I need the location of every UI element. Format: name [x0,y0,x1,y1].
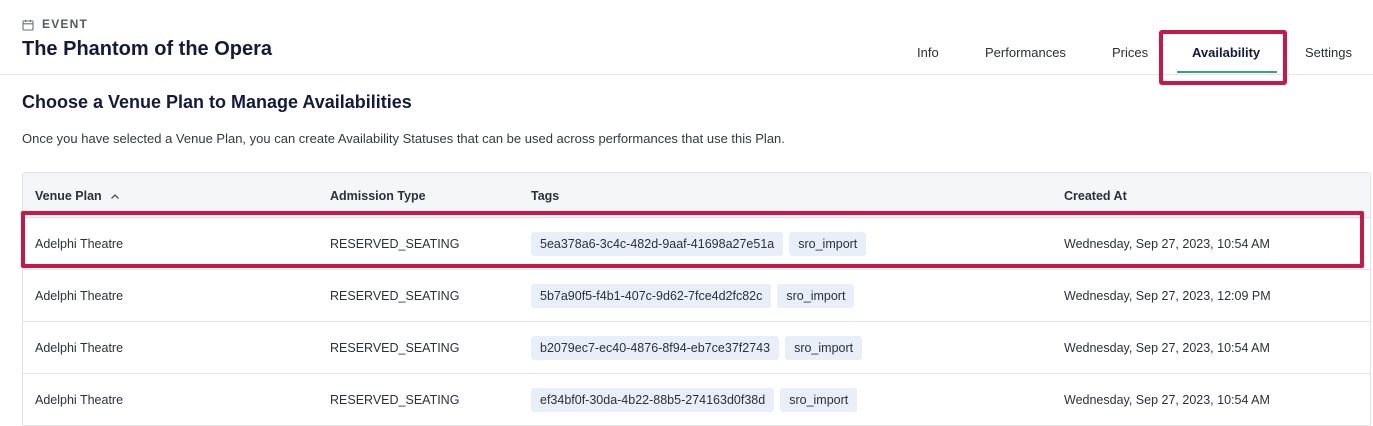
tab-info[interactable]: Info [917,45,939,60]
availability-tab-highlight [1159,30,1287,85]
created-at-cell: Wednesday, Sep 27, 2023, 10:54 AM [1064,392,1270,407]
column-header-venue-plan[interactable]: Venue Plan [35,189,120,203]
tags-cell: 5b7a90f5-f4b1-407c-9d62-7fce4d2fc82c sro… [531,270,860,321]
admission-type-cell: RESERVED_SEATING [330,340,460,355]
created-at-cell: Wednesday, Sep 27, 2023, 12:09 PM [1064,288,1271,303]
tag-id: ef34bf0f-30da-4b22-88b5-274163d0f38d [531,387,775,412]
calendar-icon [22,18,34,31]
tab-performances[interactable]: Performances [985,45,1066,60]
tag-source: sro_import [780,387,858,412]
tag-id: b2079ec7-ec40-4876-8f94-eb7ce37f2743 [531,335,780,360]
page-title: The Phantom of the Opera [22,38,273,60]
tags-cell: ef34bf0f-30da-4b22-88b5-274163d0f38d sro… [531,374,863,425]
column-header-admission-type[interactable]: Admission Type [330,189,426,203]
admission-type-cell: RESERVED_SEATING [330,288,460,303]
table-row[interactable]: Adelphi Theatre RESERVED_SEATING 5b7a90f… [23,270,1370,322]
admission-type-cell: RESERVED_SEATING [330,392,460,407]
tags-cell: b2079ec7-ec40-4876-8f94-eb7ce37f2743 sro… [531,322,868,373]
column-header-created-at[interactable]: Created At [1064,189,1127,203]
section-description: Once you have selected a Venue Plan, you… [22,131,785,146]
first-row-highlight [21,211,1364,268]
tab-prices[interactable]: Prices [1112,45,1148,60]
created-at-cell: Wednesday, Sep 27, 2023, 10:54 AM [1064,340,1270,355]
event-eyebrow: EVENT [22,17,88,31]
tag-source: sro_import [785,335,863,360]
venue-plan-cell: Adelphi Theatre [35,340,124,355]
table-row[interactable]: Adelphi Theatre RESERVED_SEATING b2079ec… [23,322,1370,374]
column-header-tags[interactable]: Tags [531,189,559,203]
eyebrow-label: EVENT [42,17,89,31]
sort-ascending-icon[interactable] [110,191,120,201]
venue-plan-cell: Adelphi Theatre [35,392,124,407]
table-row[interactable]: Adelphi Theatre RESERVED_SEATING ef34bf0… [23,374,1370,426]
tag-source: sro_import [777,283,855,308]
section-heading: Choose a Venue Plan to Manage Availabili… [22,92,412,112]
tag-id: 5b7a90f5-f4b1-407c-9d62-7fce4d2fc82c [531,283,772,308]
tab-settings[interactable]: Settings [1305,45,1352,60]
venue-plan-cell: Adelphi Theatre [35,288,124,303]
